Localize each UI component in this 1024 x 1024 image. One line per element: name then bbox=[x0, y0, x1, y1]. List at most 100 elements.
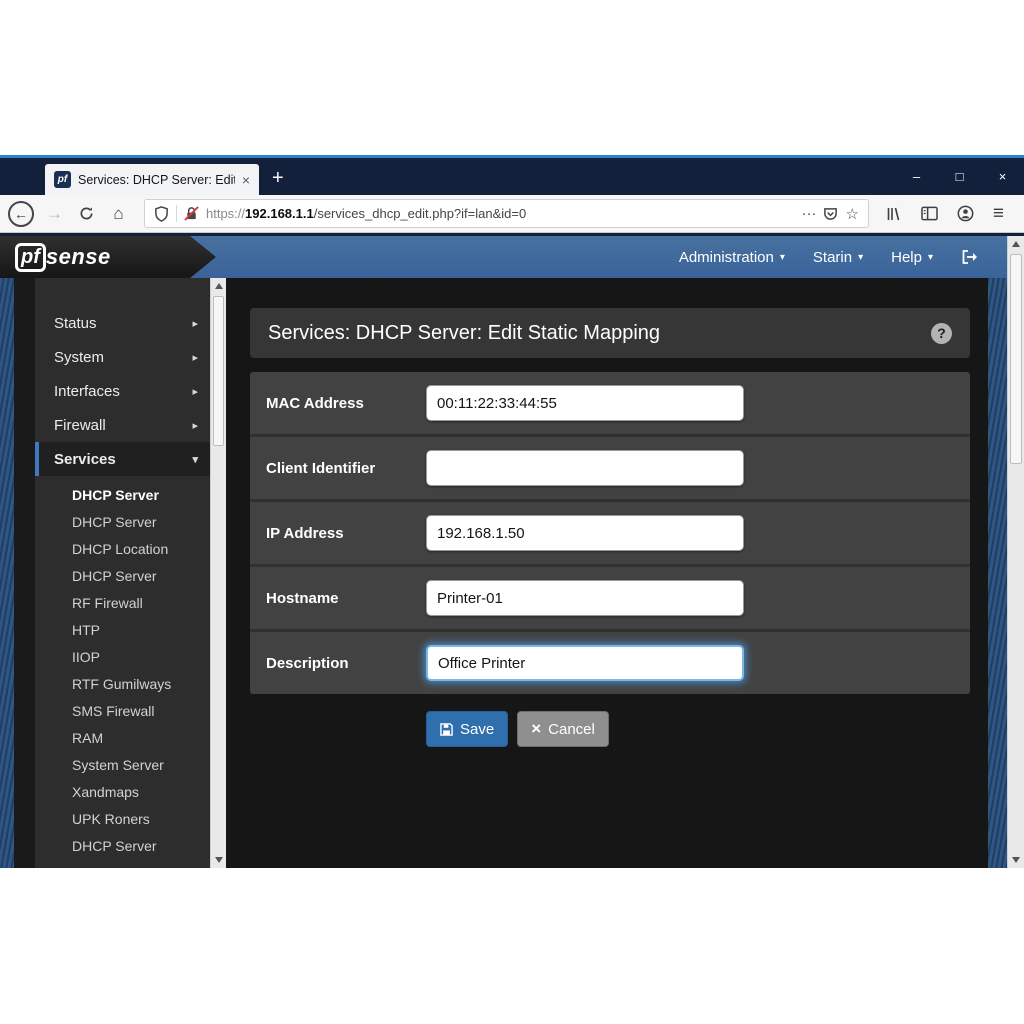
browser-scrollbar[interactable] bbox=[1007, 236, 1024, 868]
url-scheme: https:// bbox=[206, 206, 245, 221]
pfsense-page: pf sense Administration ▾ Starin ▾ Help … bbox=[0, 236, 1007, 868]
account-icon[interactable] bbox=[957, 205, 974, 222]
sidebar-toggle-icon[interactable] bbox=[921, 206, 938, 221]
description-field[interactable] bbox=[426, 645, 744, 681]
logout-icon[interactable] bbox=[961, 249, 979, 265]
chevron-right-icon: ▸ bbox=[192, 385, 198, 398]
chevron-down-icon: ▾ bbox=[928, 252, 933, 263]
library-icon[interactable] bbox=[886, 206, 902, 222]
reload-button[interactable] bbox=[72, 199, 101, 228]
sidebar-item-status[interactable]: Status ▸ bbox=[35, 306, 210, 340]
sidebar-item-label: Interfaces bbox=[54, 383, 120, 400]
submenu-item[interactable]: Xandmaps bbox=[35, 778, 210, 805]
chevron-right-icon: ▸ bbox=[192, 351, 198, 364]
submenu-item[interactable]: DHCP Server bbox=[35, 562, 210, 589]
sidebar-item-label: System bbox=[54, 349, 104, 366]
page-background-strip bbox=[988, 278, 1007, 868]
hostname-label: Hostname bbox=[266, 590, 426, 607]
chevron-right-icon: ▸ bbox=[192, 419, 198, 432]
submenu-item[interactable]: SMS Firewall bbox=[35, 697, 210, 724]
form-row-description: Description bbox=[250, 632, 970, 694]
save-button-label: Save bbox=[460, 721, 494, 738]
save-button[interactable]: Save bbox=[426, 711, 508, 747]
sidebar: Status ▸ System ▸ Interfaces ▸ Firewal bbox=[35, 278, 210, 868]
submenu-item[interactable]: System Server bbox=[35, 751, 210, 778]
pfsense-header: pf sense Administration ▾ Starin ▾ Help … bbox=[0, 236, 1007, 278]
back-button[interactable]: ← bbox=[8, 201, 34, 227]
menu-administration[interactable]: Administration ▾ bbox=[679, 249, 785, 266]
submenu-item[interactable]: UPK Roners bbox=[35, 805, 210, 832]
description-label: Description bbox=[266, 655, 426, 672]
sidebar-item-label: Firewall bbox=[54, 417, 106, 434]
submenu-item[interactable]: RF Firewall bbox=[35, 589, 210, 616]
new-tab-button[interactable]: + bbox=[272, 167, 284, 190]
chevron-down-icon: ▾ bbox=[858, 252, 863, 263]
scroll-down-icon[interactable] bbox=[1012, 857, 1020, 863]
cancel-button[interactable]: × Cancel bbox=[517, 711, 609, 747]
maximize-button[interactable]: □ bbox=[938, 158, 981, 195]
page-viewport: pf sense Administration ▾ Starin ▾ Help … bbox=[0, 236, 1024, 868]
scroll-up-icon[interactable] bbox=[1012, 241, 1020, 247]
menu-icon[interactable]: ≡ bbox=[993, 203, 1004, 225]
menu-help[interactable]: Help ▾ bbox=[891, 249, 933, 266]
client-identifier-field[interactable] bbox=[426, 450, 744, 486]
help-icon[interactable]: ? bbox=[931, 323, 952, 344]
sidebar-item-services[interactable]: Services ▾ bbox=[35, 442, 210, 476]
url-text[interactable]: https://192.168.1.1/services_dhcp_edit.p… bbox=[206, 206, 794, 221]
urlbar-divider bbox=[176, 205, 177, 222]
sidebar-item-firewall[interactable]: Firewall ▸ bbox=[35, 408, 210, 442]
mac-address-field[interactable] bbox=[426, 385, 744, 421]
shield-icon[interactable] bbox=[154, 206, 169, 222]
tab-close-icon[interactable]: × bbox=[242, 172, 250, 188]
mac-address-label: MAC Address bbox=[266, 395, 426, 412]
sidebar-item-system[interactable]: System ▸ bbox=[35, 340, 210, 374]
scrollbar-thumb[interactable] bbox=[1010, 254, 1022, 464]
submenu-item[interactable]: DHCP Location bbox=[35, 535, 210, 562]
submenu-item[interactable]: IIOP bbox=[35, 643, 210, 670]
page-body: Status ▸ System ▸ Interfaces ▸ Firewal bbox=[0, 278, 1007, 868]
sidebar-scrollbar[interactable] bbox=[210, 278, 226, 868]
page-actions-icon[interactable]: ··· bbox=[801, 205, 816, 222]
browser-tab[interactable]: pf Services: DHCP Server: Edit S × bbox=[45, 164, 259, 195]
scroll-up-icon[interactable] bbox=[215, 283, 223, 289]
cancel-x-icon: × bbox=[531, 719, 541, 739]
sidebar-item-label: Status bbox=[54, 315, 97, 332]
cancel-button-label: Cancel bbox=[548, 721, 595, 738]
insecure-lock-icon[interactable] bbox=[184, 206, 199, 221]
scroll-down-icon[interactable] bbox=[215, 857, 223, 863]
minimize-button[interactable]: – bbox=[895, 158, 938, 195]
bookmark-star-icon[interactable]: ☆ bbox=[845, 205, 858, 223]
menu-user[interactable]: Starin ▾ bbox=[813, 249, 863, 266]
submenu-item[interactable]: HTP bbox=[35, 616, 210, 643]
menu-administration-label: Administration bbox=[679, 249, 774, 266]
page-title-panel: Services: DHCP Server: Edit Static Mappi… bbox=[250, 308, 970, 358]
pocket-icon[interactable] bbox=[823, 206, 838, 221]
hostname-field[interactable] bbox=[426, 580, 744, 616]
page-title: Services: DHCP Server: Edit Static Mappi… bbox=[268, 322, 660, 345]
submenu-item[interactable]: DHCP Server bbox=[35, 508, 210, 535]
form-row-ip-address: IP Address bbox=[250, 502, 970, 567]
close-button[interactable]: × bbox=[981, 158, 1024, 195]
browser-navbar: ← → ⌂ https://192.168.1.1/services_dhcp_… bbox=[0, 195, 1024, 233]
client-identifier-label: Client Identifier bbox=[266, 460, 426, 477]
url-bar[interactable]: https://192.168.1.1/services_dhcp_edit.p… bbox=[144, 199, 869, 228]
scrollbar-thumb[interactable] bbox=[213, 296, 224, 446]
floppy-save-icon bbox=[440, 723, 453, 736]
tab-title: Services: DHCP Server: Edit S bbox=[78, 173, 235, 187]
page-background-strip bbox=[0, 278, 14, 868]
home-button[interactable]: ⌂ bbox=[104, 199, 133, 228]
chevron-down-icon: ▾ bbox=[780, 252, 785, 263]
pfsense-logo[interactable]: pf sense bbox=[0, 236, 216, 278]
ip-address-field[interactable] bbox=[426, 515, 744, 551]
submenu-item-dhcp-server-active[interactable]: DHCP Server bbox=[35, 481, 210, 508]
submenu-item[interactable]: DHCP Server bbox=[35, 832, 210, 859]
chevron-down-icon: ▾ bbox=[192, 453, 198, 466]
sidebar-item-interfaces[interactable]: Interfaces ▸ bbox=[35, 374, 210, 408]
submenu-item[interactable]: RTF Gumilways bbox=[35, 670, 210, 697]
forward-button[interactable]: → bbox=[40, 199, 69, 228]
submenu-item[interactable]: RAM bbox=[35, 724, 210, 751]
pfsense-favicon-icon: pf bbox=[54, 171, 71, 188]
chevron-right-icon: ▸ bbox=[192, 317, 198, 330]
browser-window: pf Services: DHCP Server: Edit S × + – □… bbox=[0, 155, 1024, 868]
form-row-mac-address: MAC Address bbox=[250, 372, 970, 437]
